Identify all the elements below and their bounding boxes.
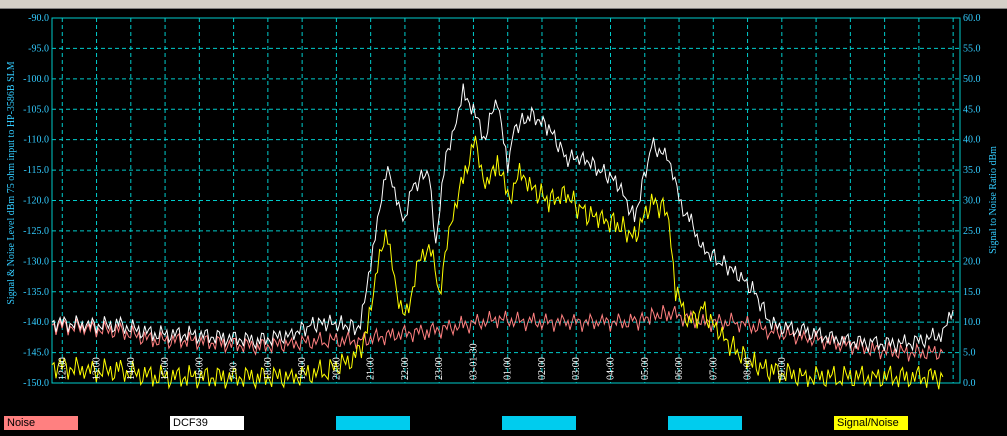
x-tick-label: 22:00 — [400, 357, 411, 380]
left-tick-label: -150.0 — [23, 378, 49, 389]
right-tick-label: 0.0 — [963, 378, 976, 389]
x-tick-label: 01:00 — [503, 357, 514, 380]
legend-noise: Noise — [4, 416, 78, 430]
x-tick-label: 04:00 — [606, 357, 617, 380]
left-tick-label: -120.0 — [23, 196, 49, 207]
right-tick-label: 40.0 — [963, 135, 981, 146]
x-tick-label: 19:00 — [297, 357, 308, 380]
x-tick-label: 06:00 — [674, 357, 685, 380]
right-axis: 60.0 55.0 50.0 45.0 40.0 35.0 30.0 25.0 20.0 15.0… — [963, 13, 981, 389]
x-tick-label: 05:00 — [640, 357, 651, 380]
right-tick-label: 25.0 — [963, 226, 981, 237]
legend-empty-2 — [502, 416, 576, 430]
right-tick-label: 30.0 — [963, 196, 981, 207]
legend-empty-1 — [336, 416, 410, 430]
x-tick-label: 20:00 — [331, 357, 342, 380]
x-tick-label: 13:00 — [92, 357, 103, 380]
right-tick-label: 60.0 — [963, 13, 981, 24]
x-tick-label: 18:00 — [263, 357, 274, 380]
x-tick-label: 03:00 — [571, 357, 582, 380]
left-tick-label: -95.0 — [28, 43, 49, 54]
left-tick-label: -105.0 — [23, 104, 49, 115]
legend-dcf39: DCF39 — [170, 416, 244, 430]
chart: -90.0 -95.0 -100.0 -105.0 -110.0 -115.0 -120.0… — [6, 13, 999, 390]
right-tick-label: 55.0 — [963, 43, 981, 54]
right-tick-label: 10.0 — [963, 317, 981, 328]
right-tick-label: 45.0 — [963, 104, 981, 115]
right-tick-label: 50.0 — [963, 74, 981, 85]
right-tick-label: 15.0 — [963, 287, 981, 298]
x-tick-label: 07:00 — [708, 357, 719, 380]
left-tick-label: -130.0 — [23, 256, 49, 267]
x-tick-label: 23:00 — [434, 357, 445, 380]
x-tick-label: 12:00 — [57, 357, 68, 380]
right-tick-label: 5.0 — [963, 348, 976, 359]
right-axis-label: Signal to Noise Ratio dBm — [988, 146, 999, 254]
x-tick-label: 21:00 — [366, 357, 377, 380]
x-tick-label: 09:00 — [777, 357, 788, 380]
x-tick-label: 14:00 — [126, 357, 137, 380]
x-tick-label: 7:00 — [229, 362, 240, 380]
left-tick-label: -110.0 — [24, 135, 49, 146]
left-tick-label: -100.0 — [23, 74, 49, 85]
legend-empty-3 — [668, 416, 742, 430]
x-tick-label: 03-01-30 — [468, 343, 479, 380]
right-tick-label: 20.0 — [963, 256, 981, 267]
x-tick-label: 08:00 — [743, 357, 754, 380]
x-tick-label: 15:00 — [160, 357, 171, 380]
left-tick-label: -125.0 — [23, 226, 49, 237]
right-tick-label: 35.0 — [963, 165, 981, 176]
x-tick-label: 02:00 — [537, 357, 548, 380]
left-tick-label: -135.0 — [23, 287, 49, 298]
left-tick-label: -145.0 — [23, 348, 49, 359]
left-axis: -90.0 -95.0 -100.0 -105.0 -110.0 -115.0 -120.0… — [23, 13, 49, 389]
left-tick-label: -115.0 — [24, 165, 49, 176]
left-tick-label: -90.0 — [28, 13, 49, 24]
left-axis-label: Signal & Noise Level dBm 75 ohm input to… — [6, 61, 17, 304]
x-tick-label: 16:00 — [194, 357, 205, 380]
legend-signal-noise: Signal/Noise — [834, 416, 908, 430]
left-tick-label: -140.0 — [23, 317, 49, 328]
